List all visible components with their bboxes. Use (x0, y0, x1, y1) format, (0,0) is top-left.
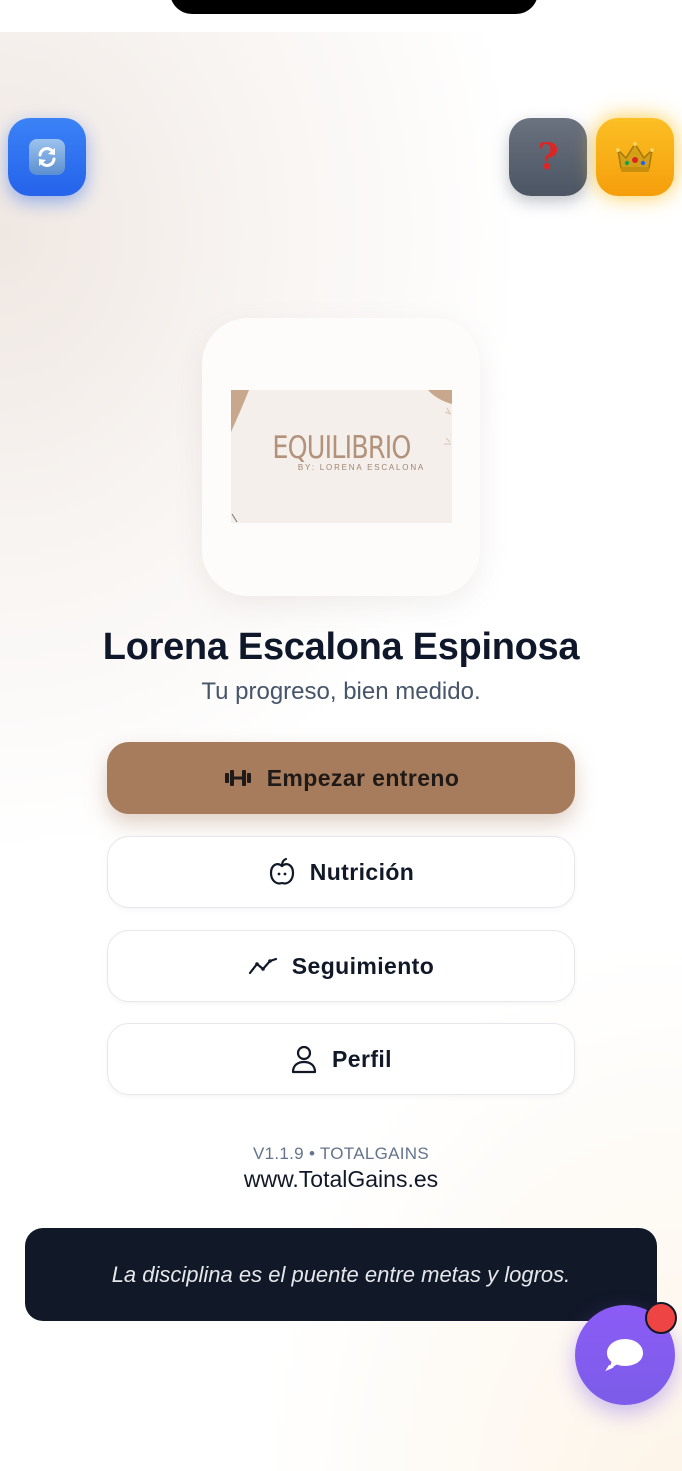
user-icon (291, 1045, 317, 1074)
start-workout-button[interactable]: Empezar entreno (107, 742, 575, 814)
profile-label: Perfil (332, 1045, 392, 1072)
page-title: Lorena Escalona Espinosa (102, 626, 580, 668)
dumbbell-icon (224, 770, 251, 786)
logo-brand-text: EQUILIBRIO (272, 430, 411, 466)
question-mark-icon: ? (537, 136, 559, 178)
tracking-button[interactable]: Seguimiento (107, 930, 575, 1002)
crown-icon (616, 142, 654, 172)
refresh-button[interactable] (8, 118, 86, 196)
tagline: Tu progreso, bien medido. (201, 678, 481, 705)
device-notch (170, 0, 538, 14)
refresh-icon (29, 139, 65, 175)
help-button[interactable]: ? (509, 118, 587, 196)
brand-logo: EQUILIBRIO BY: LORENA ESCALONA (231, 390, 452, 523)
website-link[interactable]: www.TotalGains.es (0, 1166, 682, 1193)
quote-text: La disciplina es el puente entre metas y… (111, 1261, 571, 1287)
start-workout-label: Empezar entreno (266, 764, 460, 791)
profile-button[interactable]: Perfil (107, 1023, 575, 1095)
nutrition-label: Nutrición (309, 858, 415, 885)
tracking-label: Seguimiento (291, 952, 435, 979)
logo-byline: BY: LORENA ESCALONA (297, 463, 426, 472)
motivational-quote: La disciplina es el puente entre metas y… (25, 1228, 657, 1321)
premium-button[interactable] (596, 118, 674, 196)
app-version: V1.1.9 • TOTALGAINS (252, 1144, 430, 1163)
logo-card: EQUILIBRIO BY: LORENA ESCALONA (202, 318, 480, 596)
trend-line-icon (248, 957, 277, 975)
apple-icon (269, 857, 294, 885)
chat-bubble-icon (605, 1339, 643, 1371)
notification-badge (645, 1302, 677, 1334)
nutrition-button[interactable]: Nutrición (107, 836, 575, 908)
